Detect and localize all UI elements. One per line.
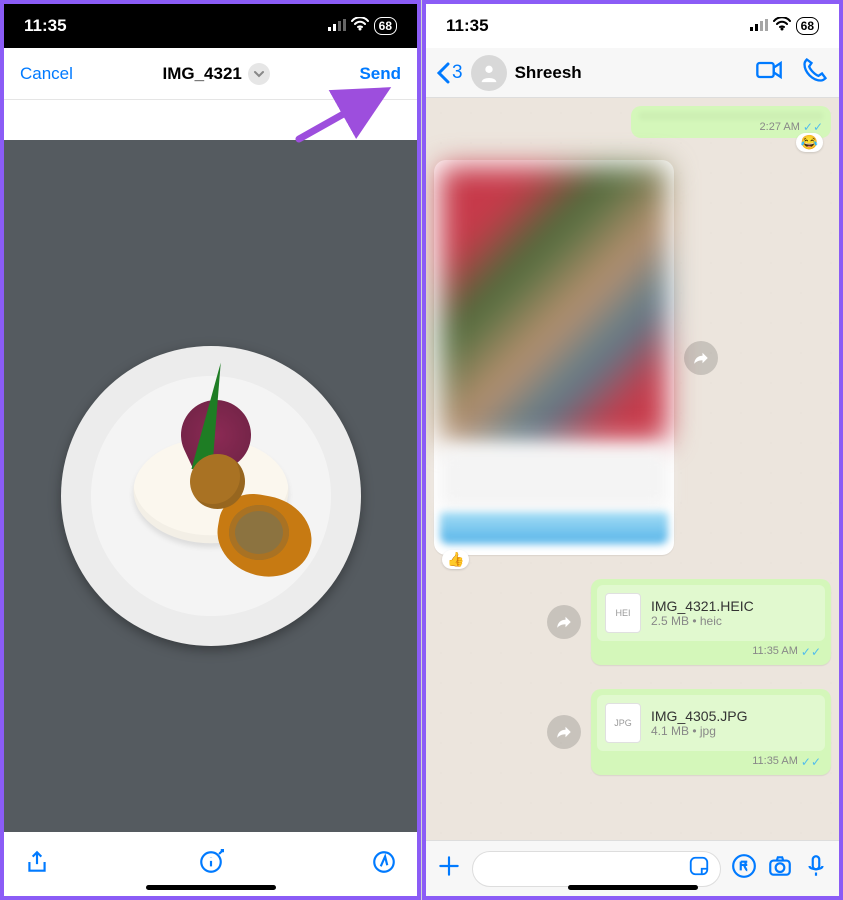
reaction-emoji[interactable]: 👍: [442, 550, 469, 569]
message-out-file-2[interactable]: JPG IMG_4305.JPG 4.1 MB • jpg 11:35 AM✓✓: [591, 689, 831, 775]
file-title-text: IMG_4321: [162, 64, 241, 84]
read-receipt-icon: ✓✓: [803, 120, 823, 134]
wifi-icon: [773, 16, 791, 36]
chevron-down-icon: [248, 63, 270, 85]
home-indicator[interactable]: [146, 885, 276, 890]
preview-nav-bar: Cancel IMG_4321 Send: [4, 48, 417, 100]
wifi-icon: [351, 16, 369, 36]
message-time: 11:35 AM: [752, 645, 798, 659]
file-type-icon: HEI: [605, 593, 641, 633]
cancel-button[interactable]: Cancel: [20, 64, 73, 84]
status-time: 11:35: [446, 16, 489, 36]
status-bar: 11:35 68: [426, 4, 839, 48]
read-receipt-icon: ✓✓: [801, 645, 821, 659]
attach-button[interactable]: [436, 853, 462, 884]
attached-image-preview: [440, 166, 668, 442]
message-time: 2:27 AM: [760, 121, 800, 133]
cellular-icon: [328, 16, 346, 36]
battery-indicator: 68: [796, 17, 819, 35]
camera-button[interactable]: [767, 853, 793, 884]
edit-info-icon[interactable]: [198, 849, 224, 880]
preview-image: [61, 346, 361, 646]
home-indicator[interactable]: [568, 885, 698, 890]
forward-button[interactable]: [684, 341, 718, 375]
send-button[interactable]: Send: [359, 64, 401, 84]
contact-name[interactable]: Shreesh: [515, 63, 737, 83]
cellular-icon: [750, 16, 768, 36]
photo-preview[interactable]: [4, 140, 417, 832]
message-time: 11:35 AM: [752, 755, 798, 769]
preview-body: [4, 100, 417, 832]
file-title-dropdown[interactable]: IMG_4321: [162, 63, 269, 85]
video-call-button[interactable]: [745, 56, 783, 89]
file-type-icon: JPG: [605, 703, 641, 743]
file-name: IMG_4321.HEIC: [651, 598, 754, 614]
status-bar: 11:35 68: [4, 4, 417, 48]
sticker-icon[interactable]: [688, 855, 710, 882]
read-receipt-icon: ✓✓: [801, 755, 821, 769]
right-phone-chat: 11:35 68 3 Shreesh 2:27 AM✓✓ 😂: [422, 0, 843, 900]
forward-button[interactable]: [547, 715, 581, 749]
markup-icon[interactable]: [371, 849, 397, 880]
payment-button[interactable]: [731, 853, 757, 884]
left-phone-preview: 11:35 68 Cancel IMG_4321 Send: [0, 0, 421, 900]
file-meta: 4.1 MB • jpg: [651, 724, 748, 738]
battery-indicator: 68: [374, 17, 397, 35]
message-out-stub[interactable]: 2:27 AM✓✓ 😂: [631, 106, 831, 138]
forward-button[interactable]: [547, 605, 581, 639]
file-name: IMG_4305.JPG: [651, 708, 748, 724]
message-input[interactable]: [472, 851, 721, 887]
avatar[interactable]: [471, 55, 507, 91]
reaction-emoji[interactable]: 😂: [796, 133, 823, 152]
message-out-file-1[interactable]: HEI IMG_4321.HEIC 2.5 MB • heic 11:35 AM…: [591, 579, 831, 665]
chat-nav-bar: 3 Shreesh: [426, 48, 839, 98]
back-button[interactable]: 3: [436, 62, 463, 84]
back-count: 3: [452, 62, 463, 84]
voice-call-button[interactable]: [791, 56, 829, 89]
message-in-image[interactable]: 👍: [434, 160, 674, 555]
share-icon[interactable]: [24, 849, 50, 880]
chat-body[interactable]: 2:27 AM✓✓ 😂 👍 HEI IMG_4321.HEIC 2.5 MB •…: [426, 98, 839, 840]
file-meta: 2.5 MB • heic: [651, 614, 754, 628]
status-time: 11:35: [24, 16, 67, 36]
mic-button[interactable]: [803, 853, 829, 884]
